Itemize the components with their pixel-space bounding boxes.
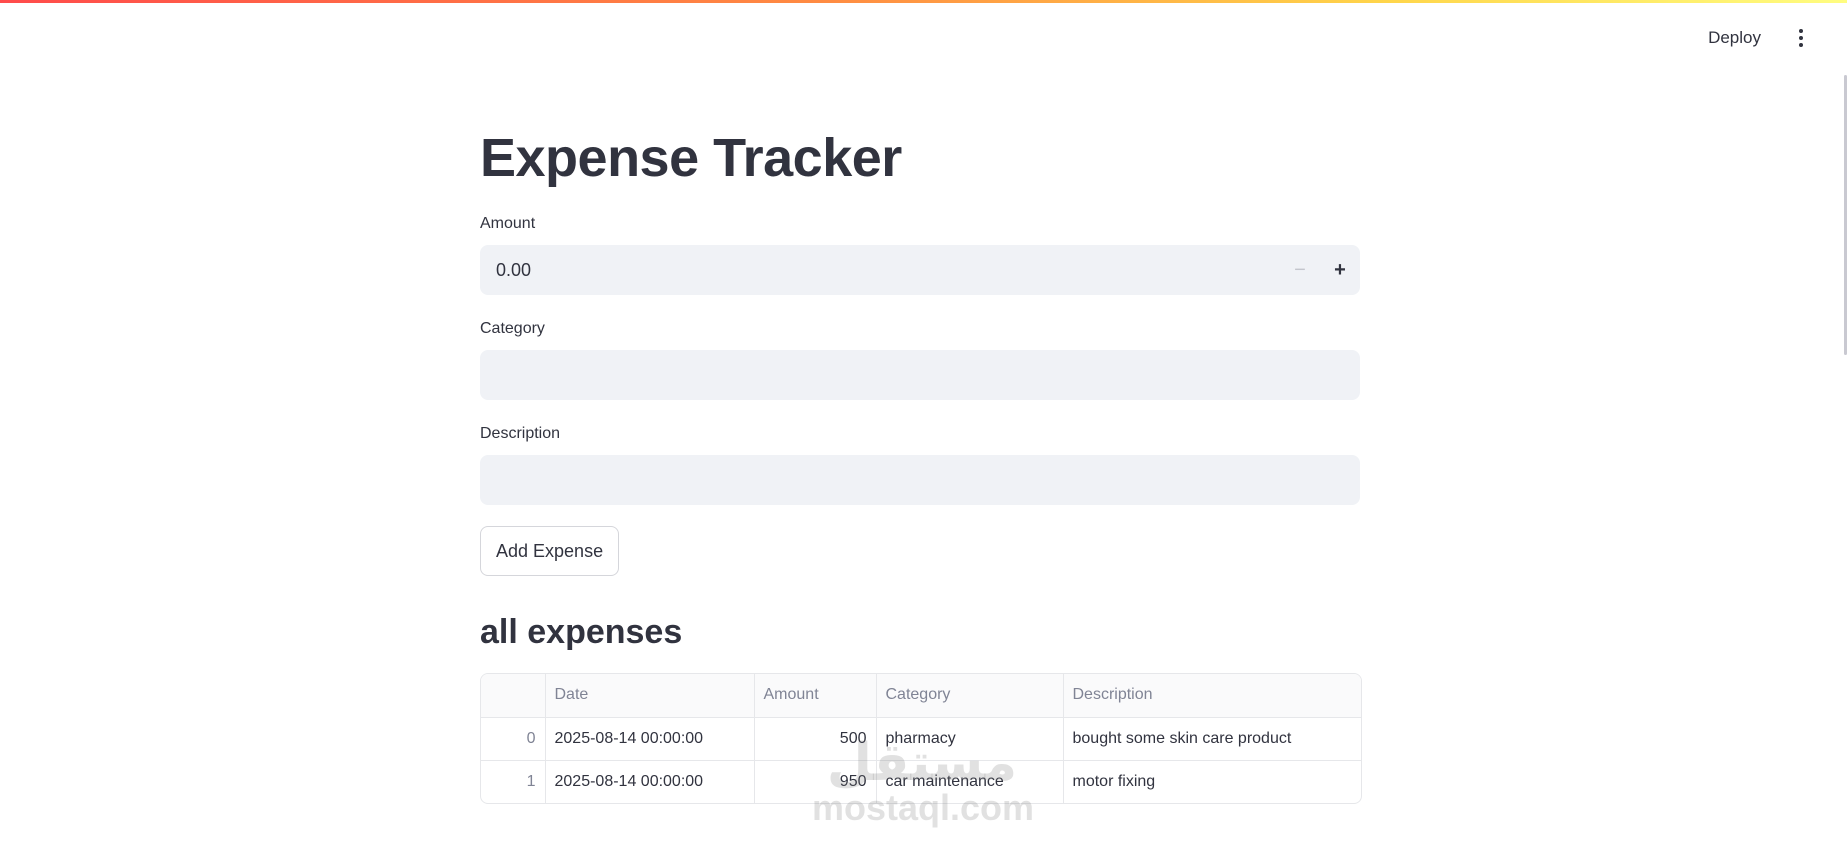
- description-cell[interactable]: bought some skin care product: [1063, 717, 1361, 761]
- category-cell[interactable]: pharmacy: [876, 717, 1064, 761]
- date-cell[interactable]: 2025-08-14 00:00:00: [545, 760, 755, 803]
- increment-button[interactable]: +: [1320, 245, 1360, 295]
- table-row[interactable]: 1 2025-08-14 00:00:00 950 car maintenanc…: [481, 760, 1361, 803]
- add-expense-button[interactable]: Add Expense: [480, 526, 620, 576]
- description-label: Description: [480, 425, 561, 442]
- table-row[interactable]: 0 2025-08-14 00:00:00 500 pharmacy bough…: [481, 717, 1361, 761]
- amount-input[interactable]: [480, 245, 1240, 295]
- decrement-button[interactable]: −: [1280, 245, 1320, 295]
- table-header-row: Date Amount Category Description: [481, 674, 1361, 718]
- amount-field: − +: [480, 245, 1360, 295]
- category-field: [480, 350, 1360, 400]
- row-index-cell: 1: [481, 760, 546, 803]
- category-input[interactable]: [480, 350, 1240, 400]
- expenses-heading: all expenses: [480, 613, 683, 651]
- more-vertical-icon[interactable]: [1791, 23, 1811, 53]
- amount-column-header[interactable]: Amount: [754, 674, 877, 718]
- category-column-header[interactable]: Category: [876, 674, 1064, 718]
- amount-cell[interactable]: 950: [754, 760, 877, 803]
- date-cell[interactable]: 2025-08-14 00:00:00: [545, 717, 755, 761]
- deploy-button[interactable]: Deploy: [1700, 22, 1769, 54]
- date-column-header[interactable]: Date: [545, 674, 755, 718]
- row-index-cell: 0: [481, 717, 546, 761]
- category-cell[interactable]: car maintenance: [876, 760, 1064, 803]
- top-decoration-bar: [0, 0, 1847, 3]
- page-title: Expense Tracker: [480, 128, 902, 188]
- description-field: [480, 455, 1360, 505]
- description-column-header[interactable]: Description: [1063, 674, 1361, 718]
- description-cell[interactable]: motor fixing: [1063, 760, 1361, 803]
- app-toolbar: Deploy: [1700, 18, 1811, 58]
- index-column-header[interactable]: [481, 674, 546, 718]
- amount-stepper: − +: [1280, 245, 1360, 295]
- description-input[interactable]: [480, 455, 1240, 505]
- category-label: Category: [480, 320, 545, 337]
- amount-label: Amount: [480, 215, 536, 232]
- amount-cell[interactable]: 500: [754, 717, 877, 761]
- expenses-table[interactable]: Date Amount Category Description 0 2025-…: [480, 673, 1362, 804]
